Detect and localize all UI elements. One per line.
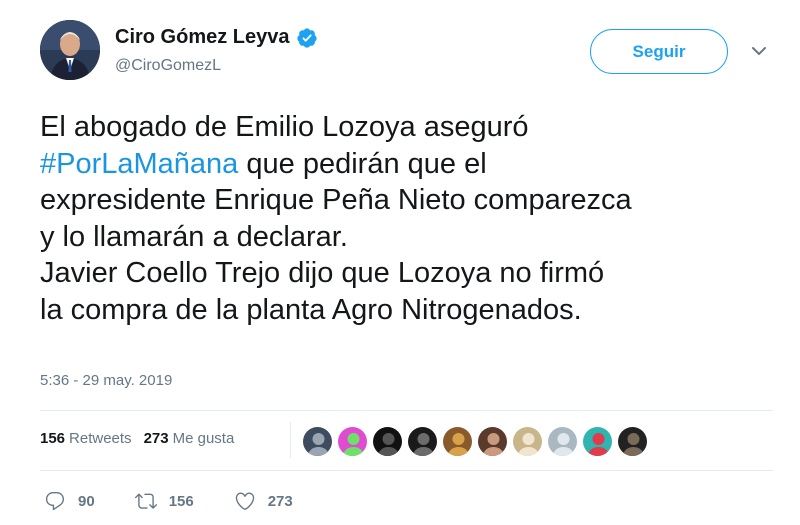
reply-button[interactable]: 90 xyxy=(44,490,95,512)
like-count: 273 xyxy=(267,492,293,510)
tweet-text: El abogado de Emilio Lozoya aseguró #Por… xyxy=(40,109,780,328)
avatar-default[interactable] xyxy=(547,426,578,457)
chevron-down-icon[interactable] xyxy=(751,45,767,57)
avatar-portrait-blonde[interactable] xyxy=(512,426,543,457)
verified-badge-icon xyxy=(296,27,317,48)
retweets-label: Retweets xyxy=(69,430,132,447)
tweet-text-segment: El abogado de Emilio Lozoya aseguró xyxy=(40,111,529,143)
like-button[interactable]: 273 xyxy=(234,490,293,512)
engagement-stats: 156 Retweets 273 Me gusta xyxy=(40,430,234,447)
divider xyxy=(40,470,773,471)
likes-stat[interactable]: 273 Me gusta xyxy=(144,430,235,447)
avatar-colorful-logo[interactable] xyxy=(337,426,368,457)
author-name-row[interactable]: Ciro Gómez Leyva xyxy=(115,26,318,49)
divider xyxy=(40,410,773,411)
retweets-count: 156 xyxy=(40,430,66,447)
author-handle[interactable]: @CiroGomezL xyxy=(115,57,221,75)
tweet-timestamp[interactable]: 5:36 - 29 may. 2019 xyxy=(40,372,172,389)
avatar-landscape[interactable] xyxy=(302,426,333,457)
retweet-icon xyxy=(134,493,157,509)
stats-separator xyxy=(290,422,291,458)
reply-count: 90 xyxy=(78,492,95,510)
retweet-count: 156 xyxy=(168,492,194,510)
follow-button[interactable]: Seguir xyxy=(590,29,728,74)
hashtag-link[interactable]: #PorLaMañana xyxy=(40,148,238,180)
reply-icon xyxy=(45,492,65,511)
avatar-dark-logo[interactable] xyxy=(372,426,403,457)
avatar-portrait-woman[interactable] xyxy=(477,426,508,457)
likes-count: 273 xyxy=(143,430,169,447)
avatar-teal-character[interactable] xyxy=(582,426,613,457)
author-avatar[interactable] xyxy=(40,20,100,80)
retweets-stat[interactable]: 156 Retweets xyxy=(40,430,132,447)
heart-icon xyxy=(235,492,254,510)
avatar-dark-portrait-2[interactable] xyxy=(617,426,648,457)
avatar-dark-portrait[interactable] xyxy=(407,426,438,457)
avatar-patterned[interactable] xyxy=(442,426,473,457)
liker-avatars xyxy=(302,426,652,457)
tweet-actions: 90 156 273 xyxy=(44,490,333,512)
author-name[interactable]: Ciro Gómez Leyva xyxy=(115,26,290,49)
retweet-button[interactable]: 156 xyxy=(134,490,194,512)
likes-label: Me gusta xyxy=(172,430,235,447)
